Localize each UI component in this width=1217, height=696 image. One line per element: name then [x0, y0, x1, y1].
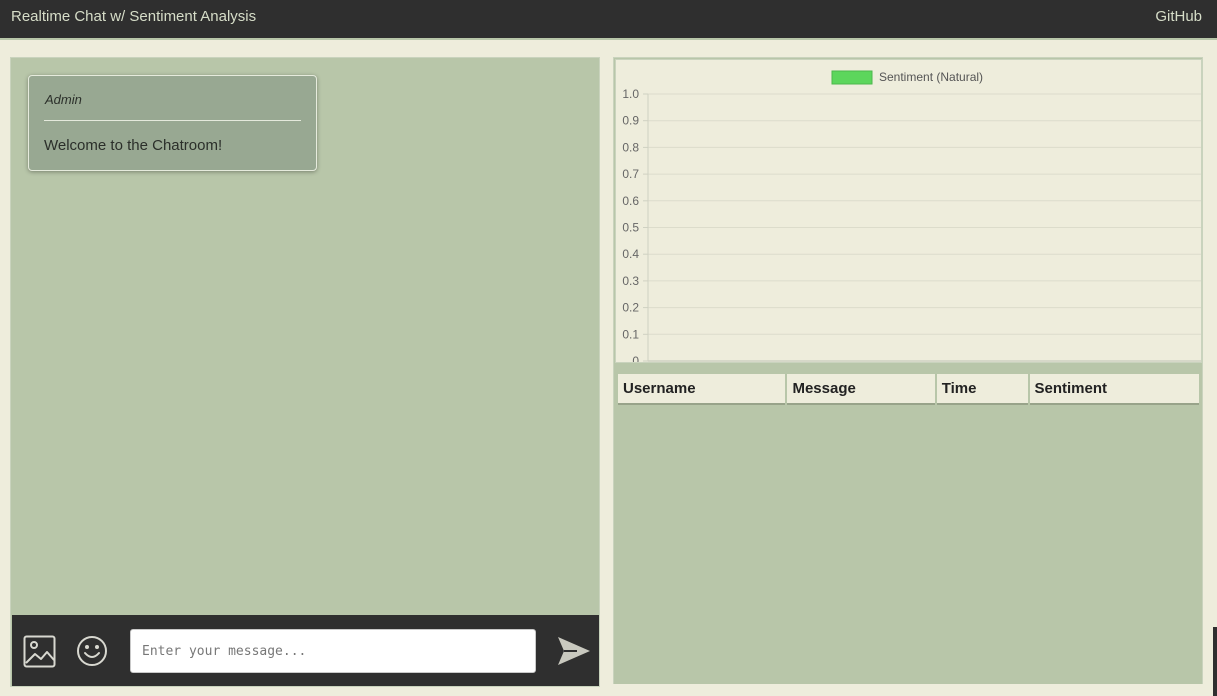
chat-message: Admin Welcome to the Chatroom!: [28, 75, 317, 171]
emoji-icon[interactable]: [76, 635, 108, 667]
sentiment-table-wrap: Username Message Time Sentiment: [616, 374, 1201, 405]
column-header-sentiment: Sentiment: [1029, 374, 1199, 405]
legend-swatch[interactable]: [831, 70, 873, 85]
app-title[interactable]: Realtime Chat w/ Sentiment Analysis: [11, 8, 256, 25]
y-tick-label: 0.9: [622, 114, 639, 128]
column-header-username: Username: [618, 374, 786, 405]
column-header-message: Message: [787, 374, 935, 405]
legend-label[interactable]: Sentiment (Natural): [879, 70, 983, 84]
message-input[interactable]: [130, 629, 536, 673]
chat-panel: Admin Welcome to the Chatroom!: [10, 57, 600, 687]
sentiment-chart-svg: Sentiment (Natural) 0 0.1 0.2 0.3 0.4 0.5 0.6 0.…: [622, 70, 1201, 368]
y-tick-label: 0.7: [622, 167, 639, 181]
footer-strip: [613, 684, 1203, 687]
y-tick-label: 0.2: [622, 301, 639, 315]
y-tick-label: 0.1: [622, 327, 639, 341]
y-tick-label: 1.0: [622, 87, 639, 101]
message-text: Welcome to the Chatroom!: [44, 137, 223, 154]
y-tick-label: 0.8: [622, 140, 639, 154]
y-tick-label: 0.3: [622, 274, 639, 288]
send-icon[interactable]: [557, 636, 591, 666]
y-tick-label: 0: [632, 354, 639, 362]
column-header-time: Time: [936, 374, 1028, 405]
sentiment-chart: Sentiment (Natural) 0 0.1 0.2 0.3 0.4 0.5 0.6 0.…: [615, 59, 1202, 368]
image-icon[interactable]: [23, 635, 56, 668]
github-link[interactable]: GitHub: [1155, 8, 1202, 25]
sentiment-table: Username Message Time Sentiment: [616, 374, 1201, 405]
scrollbar-edge: [1213, 627, 1217, 696]
message-input-bar: [12, 615, 599, 686]
navbar: Realtime Chat w/ Sentiment Analysis GitH…: [0, 0, 1217, 40]
table-header-row: Username Message Time Sentiment: [618, 374, 1199, 405]
message-author: Admin: [45, 92, 82, 107]
message-divider: [44, 120, 301, 121]
analysis-panel: Sentiment (Natural) 0 0.1 0.2 0.3 0.4 0.5 0.6 0.…: [613, 57, 1203, 687]
y-tick-label: 0.5: [622, 221, 639, 235]
y-tick-label: 0.4: [622, 247, 639, 261]
y-tick-label: 0.6: [622, 194, 639, 208]
